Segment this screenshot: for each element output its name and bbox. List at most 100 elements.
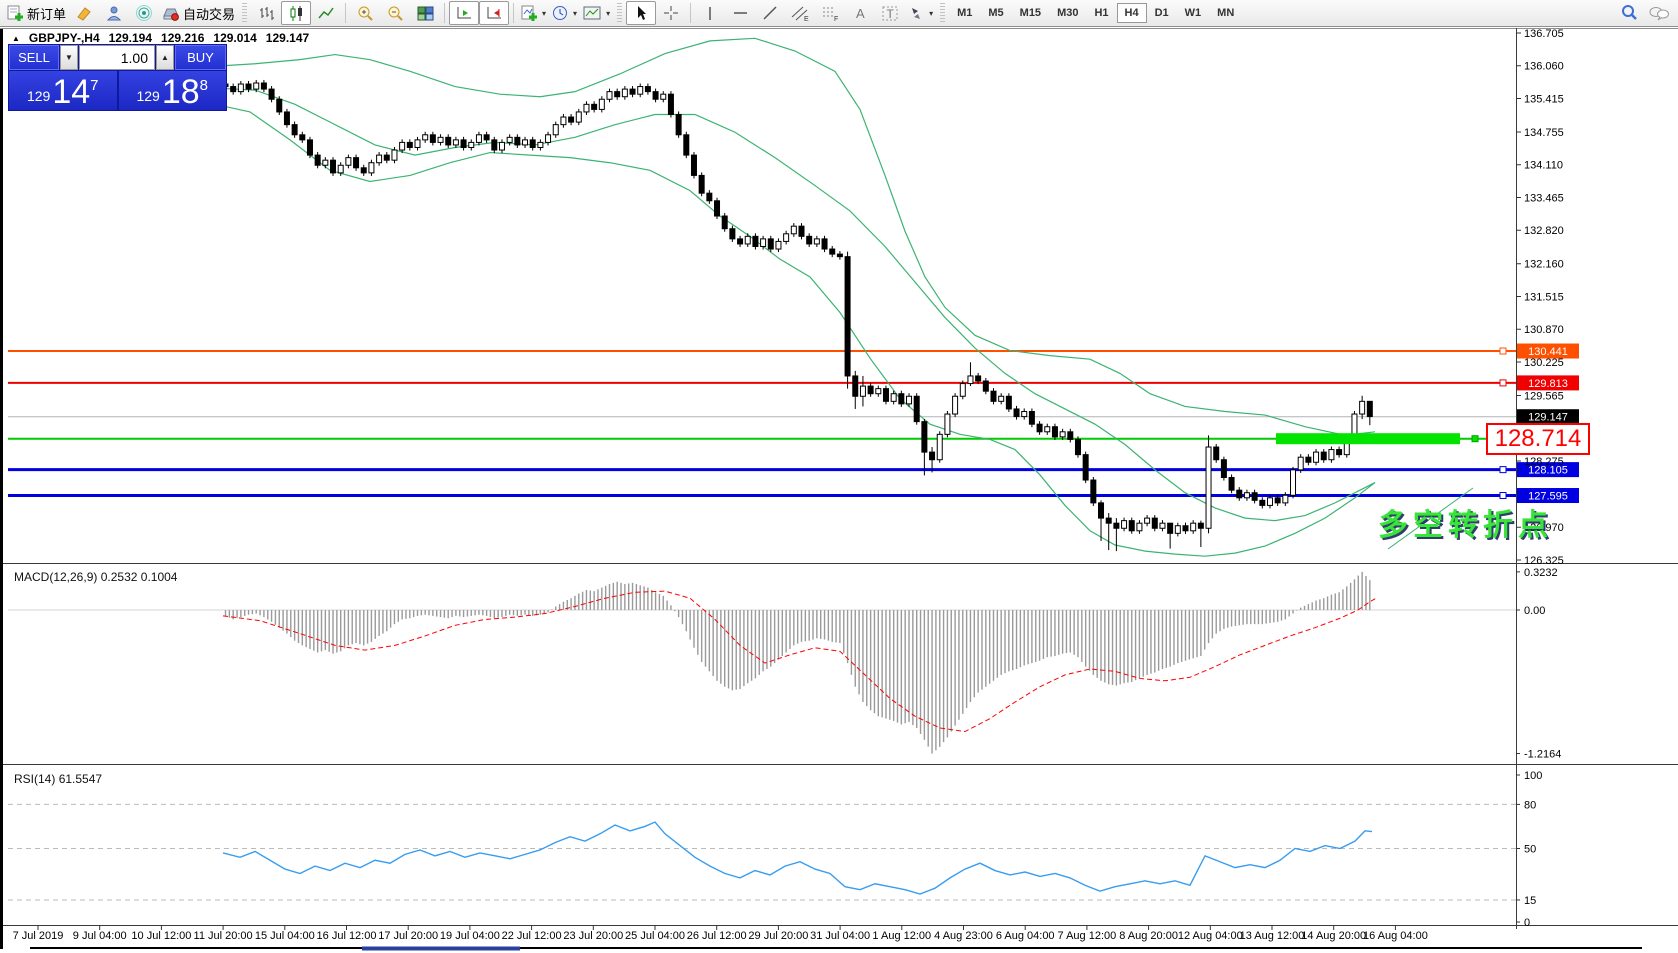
candle [645, 87, 650, 92]
new-order-button[interactable]: 新订单 [4, 1, 69, 25]
label-button[interactable]: T [875, 1, 905, 25]
candle [530, 140, 535, 148]
candle [300, 135, 305, 140]
svg-text:130.225: 130.225 [1524, 357, 1564, 369]
candle [1237, 490, 1242, 498]
candle [883, 389, 888, 402]
candle [730, 229, 735, 239]
candle [1075, 439, 1080, 454]
candle [538, 142, 543, 147]
autoscroll-button[interactable] [449, 1, 479, 25]
candle [1275, 498, 1280, 503]
cursor-button[interactable] [626, 1, 656, 25]
main-toolbar: 新订单 自动交易 ▾ ▾ ▾ E F A T ▾ M1 M5 M15 M30 H… [0, 0, 1678, 27]
candle [1137, 523, 1142, 531]
candle [284, 112, 289, 125]
svg-text:134.110: 134.110 [1524, 160, 1563, 172]
arrows-button[interactable]: ▾ [905, 1, 936, 25]
collapse-arrow-icon[interactable]: ▲ [12, 34, 20, 43]
candle [307, 140, 312, 155]
zoom-in-icon [357, 5, 374, 22]
tab-m15[interactable]: M15 [1012, 3, 1049, 23]
candle [584, 104, 589, 112]
volume-increase-button[interactable]: ▲ [156, 45, 174, 70]
crosshair-button[interactable] [656, 1, 686, 25]
candle [845, 257, 850, 376]
candle [607, 92, 612, 100]
profile-icon [106, 5, 123, 22]
tile-windows-button[interactable] [410, 1, 440, 25]
candle [1068, 432, 1073, 440]
ohlc-high: 129.216 [161, 31, 204, 45]
horizontal-line-button[interactable] [725, 1, 755, 25]
tab-mn[interactable]: MN [1209, 3, 1242, 23]
macd-name: MACD(12,26,9) [14, 570, 97, 584]
svg-text:129.147: 129.147 [1528, 412, 1568, 424]
macd-signal-line [223, 591, 1376, 731]
zoom-out-button[interactable] [380, 1, 410, 25]
candle [1244, 493, 1249, 498]
templates-button[interactable]: ▾ [580, 1, 613, 25]
search-button[interactable] [1614, 1, 1644, 25]
volume-input[interactable] [79, 45, 155, 70]
rsi-value: 61.5547 [59, 772, 102, 786]
trendline-button[interactable] [755, 1, 785, 25]
chart-shift-button[interactable] [479, 1, 509, 25]
indicators-button[interactable]: ▾ [518, 1, 549, 25]
tab-h1[interactable]: H1 [1086, 3, 1116, 23]
candle [446, 137, 451, 145]
volume-decrease-button[interactable]: ▼ [60, 45, 78, 70]
autotrade-label: 自动交易 [183, 4, 235, 23]
tab-m1[interactable]: M1 [949, 3, 980, 23]
autoscroll-icon [456, 5, 473, 22]
buy-price-box[interactable]: 129 18 8 [119, 71, 227, 110]
zoom-in-button[interactable] [350, 1, 380, 25]
candle [1191, 523, 1196, 531]
candle [899, 394, 904, 404]
candles-chart-button[interactable] [281, 1, 311, 25]
fibonacci-button[interactable]: F [815, 1, 845, 25]
toolbar-grip [940, 3, 945, 23]
date-tick-label: 4 Aug 23:00 [934, 930, 993, 942]
tab-w1[interactable]: W1 [1177, 3, 1210, 23]
bars-chart-button[interactable] [251, 1, 281, 25]
tab-d1[interactable]: D1 [1147, 3, 1177, 23]
highlighter-button[interactable] [69, 1, 99, 25]
candle [231, 87, 236, 92]
tab-h4[interactable]: H4 [1117, 3, 1147, 23]
sell-button[interactable]: SELL [9, 45, 59, 70]
text-button[interactable]: A [845, 1, 875, 25]
trendline-icon [762, 5, 779, 22]
channel-button[interactable]: E [785, 1, 815, 25]
candle [653, 92, 658, 100]
candle [891, 394, 896, 402]
candle [1106, 518, 1111, 523]
candle [960, 384, 965, 397]
candle [346, 158, 351, 166]
candle [331, 160, 336, 173]
candle [860, 386, 865, 396]
buy-button[interactable]: BUY [175, 45, 226, 70]
chart-canvas[interactable]: 130.441129.813128.714128.105127.595136.7… [0, 0, 1678, 953]
tab-m30[interactable]: M30 [1049, 3, 1086, 23]
candle [546, 135, 551, 143]
key-level-highlight [1276, 433, 1460, 444]
line-chart-icon [318, 5, 335, 22]
sell-price-box[interactable]: 129 14 7 [9, 71, 117, 110]
date-tick-label: 1 Aug 12:00 [872, 930, 931, 942]
candle [930, 452, 935, 460]
toolbar-grip [242, 3, 247, 23]
candle [569, 117, 574, 122]
profile-button[interactable] [99, 1, 129, 25]
autotrade-button[interactable]: 自动交易 [159, 1, 238, 25]
candle [499, 142, 504, 150]
candle [338, 165, 343, 173]
periods-button[interactable]: ▾ [549, 1, 580, 25]
chat-button[interactable] [1644, 1, 1674, 25]
vertical-line-button[interactable] [695, 1, 725, 25]
candle [1083, 455, 1088, 480]
candle [691, 155, 696, 175]
tab-m5[interactable]: M5 [980, 3, 1011, 23]
signal-button[interactable] [129, 1, 159, 25]
line-chart-button[interactable] [311, 1, 341, 25]
